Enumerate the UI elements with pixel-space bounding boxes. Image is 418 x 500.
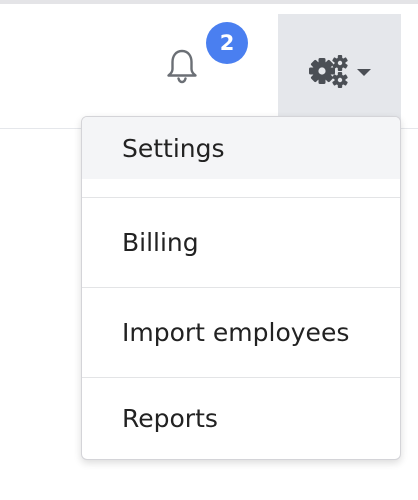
menu-item-label: Billing	[122, 228, 199, 257]
menu-item-import-employees[interactable]: Import employees	[82, 288, 400, 377]
notification-count-badge: 2	[206, 22, 248, 64]
menu-item-billing[interactable]: Billing	[82, 198, 400, 287]
gears-icon	[308, 55, 348, 88]
settings-dropdown-toggle[interactable]	[278, 14, 401, 128]
menu-item-label: Settings	[122, 133, 225, 163]
menu-item-label: Reports	[122, 404, 218, 433]
menu-item-settings[interactable]: Settings	[82, 117, 400, 179]
settings-dropdown-menu: Settings Billing Import employees Report…	[81, 116, 401, 460]
caret-down-icon	[356, 68, 371, 76]
top-border	[0, 0, 418, 4]
menu-item-label: Import employees	[122, 318, 350, 347]
notifications-button[interactable]	[160, 44, 204, 88]
menu-item-reports[interactable]: Reports	[82, 378, 400, 459]
bell-icon	[167, 49, 197, 84]
